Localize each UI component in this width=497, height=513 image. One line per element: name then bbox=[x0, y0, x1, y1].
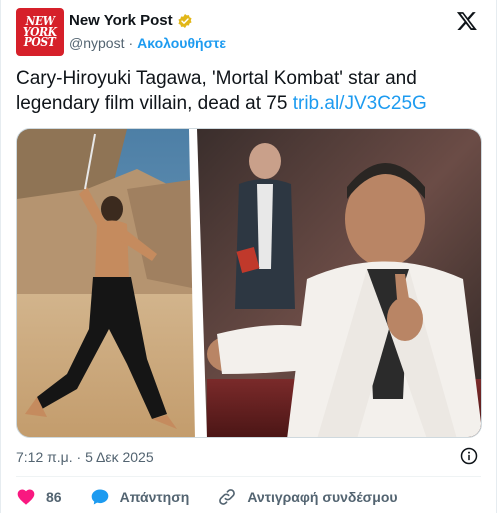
handle-row: @nypost · Ακολουθήστε bbox=[69, 35, 226, 51]
right-photo bbox=[197, 129, 481, 437]
handle-separator: · bbox=[128, 35, 134, 51]
info-icon[interactable] bbox=[460, 447, 478, 465]
verified-badge-icon bbox=[178, 13, 192, 28]
action-bar: 86 Απάντηση Αντιγραφή συνδέσμου bbox=[16, 487, 398, 507]
account-name-row: New York Post bbox=[69, 12, 193, 29]
account-name[interactable]: New York Post bbox=[69, 12, 173, 29]
timestamp[interactable]: 7:12 π.μ. · 5 Δεκ 2025 bbox=[16, 449, 154, 465]
photo-composite bbox=[17, 129, 481, 437]
copy-link-label: Αντιγραφή συνδέσμου bbox=[247, 489, 398, 505]
tweet-text: Cary-Hiroyuki Tagawa, 'Mortal Kombat' st… bbox=[16, 66, 476, 116]
left-photo bbox=[17, 129, 197, 437]
divider bbox=[16, 476, 481, 477]
heart-icon bbox=[17, 489, 35, 505]
copy-link-button[interactable]: Αντιγραφή συνδέσμου bbox=[217, 487, 398, 507]
account-handle[interactable]: @nypost bbox=[69, 35, 124, 51]
like-button[interactable]: 86 bbox=[16, 487, 62, 507]
tweet-link[interactable]: trib.al/JV3C25G bbox=[293, 93, 427, 114]
follow-button[interactable]: Ακολουθήστε bbox=[137, 35, 226, 51]
tweet-image[interactable] bbox=[16, 128, 482, 438]
reply-button[interactable]: Απάντηση bbox=[90, 487, 190, 507]
like-count: 86 bbox=[46, 489, 62, 505]
x-logo-icon[interactable] bbox=[456, 10, 478, 32]
tweet-card: NEW YORK POST New York Post @nypost · Ακ… bbox=[0, 0, 497, 513]
avatar-line-3: POST bbox=[24, 35, 56, 50]
avatar[interactable]: NEW YORK POST bbox=[16, 8, 64, 56]
link-icon bbox=[219, 489, 236, 505]
reply-bubble-icon bbox=[91, 489, 108, 505]
reply-label: Απάντηση bbox=[119, 489, 190, 505]
